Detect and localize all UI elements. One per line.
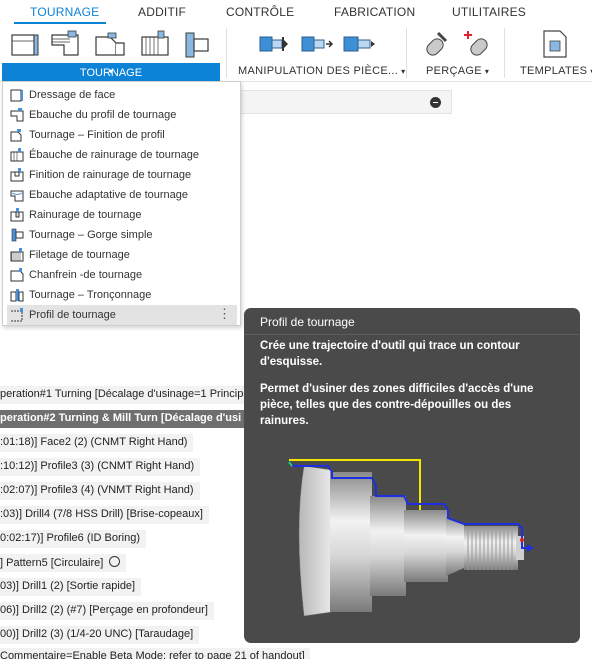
- tab-fabrication[interactable]: FABRICATION: [334, 5, 415, 19]
- face-icon: [10, 89, 23, 102]
- tree-row[interactable]: peration#1 Turning [Décalage d'usinage=1…: [0, 386, 252, 404]
- tree-row[interactable]: :01:18)] Face2 (2) (CNMT Right Hand): [0, 434, 194, 452]
- tooltip-panel: Profil de tournage Crée une trajectoire …: [244, 308, 580, 643]
- single-groove-icon[interactable]: [180, 27, 214, 61]
- face-turning-icon[interactable]: [8, 27, 42, 61]
- turning-profile-illustration: [288, 459, 534, 617]
- drill-icon[interactable]: [418, 27, 452, 61]
- template-icon[interactable]: [538, 27, 572, 61]
- groove-roughing-icon: [10, 148, 24, 162]
- drill-add-icon[interactable]: [462, 27, 496, 61]
- separator: [226, 28, 227, 78]
- tree-row[interactable]: 06)] Drill2 (2) (#7) [Perçage en profond…: [0, 602, 214, 620]
- more-options-icon[interactable]: ⋮: [218, 306, 231, 322]
- profile-roughing-icon: [10, 108, 24, 122]
- menu-item-chamfer[interactable]: Chanfrein -de tournage: [7, 265, 237, 285]
- tab-tournage[interactable]: TOURNAGE: [30, 5, 99, 19]
- menu-item-groove-finishing[interactable]: Finition de rainurage de tournage: [7, 165, 237, 185]
- menu-item-threading[interactable]: Filetage de tournage: [7, 245, 237, 265]
- separator: [504, 28, 505, 78]
- tournage-group-button[interactable]: TOURNAGE ▾: [2, 63, 220, 81]
- tournage-dropdown-menu: Dressage de face Ebauche du profil de to…: [2, 81, 241, 326]
- profile-finishing-icon[interactable]: [92, 27, 126, 61]
- threading-icon: [10, 248, 24, 262]
- tree-row[interactable]: 0:02:17)] Profile6 (ID Boring): [0, 530, 147, 548]
- menu-item-profile[interactable]: Profil de tournage ⋮: [7, 305, 237, 325]
- percage-group-label[interactable]: PERÇAGE ▾: [426, 65, 489, 77]
- menu-item-face[interactable]: Dressage de face: [7, 85, 237, 105]
- menu-item-groove-roughing[interactable]: Ébauche de rainurage de tournage: [7, 145, 237, 165]
- tab-additif[interactable]: ADDITIF: [138, 5, 186, 19]
- tree-row[interactable]: 03)] Drill1 (2) [Sortie rapide]: [0, 578, 142, 596]
- tree-row[interactable]: ] Pattern5 [Circulaire]: [0, 554, 127, 572]
- menu-item-adaptive-roughing[interactable]: Ebauche adaptative de tournage: [7, 185, 237, 205]
- menu-item-profile-roughing[interactable]: Ebauche du profil de tournage: [7, 105, 237, 125]
- tree-row-label: ] Pattern5 [Circulaire]: [0, 557, 104, 569]
- collapse-icon[interactable]: [430, 97, 441, 108]
- bar-pull-icon[interactable]: [342, 27, 376, 61]
- tab-utilitaires[interactable]: UTILITAIRES: [452, 5, 526, 19]
- app-window: TOURNAGE ADDITIF CONTRÔLE FABRICATION UT…: [0, 0, 592, 659]
- tree-row[interactable]: :03)] Drill4 (7/8 HSS Drill) [Brise-cope…: [0, 506, 209, 524]
- profile-finishing-icon: [10, 129, 22, 142]
- part-handling-icon[interactable]: [258, 27, 292, 61]
- tooltip-details: Permet d'usiner des zones difficiles d'a…: [260, 383, 534, 427]
- groove-finishing-icon: [10, 168, 24, 182]
- tree-row[interactable]: peration#2 Turning & Mill Turn [Décalage…: [0, 410, 244, 428]
- tab-controle[interactable]: CONTRÔLE: [226, 5, 294, 19]
- tree-row[interactable]: Commentaire=Enable Beta Mode: refer to p…: [0, 648, 310, 659]
- templates-group-label[interactable]: TEMPLATES▾: [520, 65, 592, 77]
- single-groove-icon: [11, 228, 24, 242]
- profile-roughing-icon[interactable]: [48, 27, 82, 61]
- ribbon-tabs: TOURNAGE ADDITIF CONTRÔLE FABRICATION UT…: [0, 0, 592, 24]
- tree-row[interactable]: :02:07)] Profile3 (4) (VNMT Right Hand): [0, 482, 200, 500]
- menu-item-part-off[interactable]: Tournage – Tronçonnage: [7, 285, 237, 305]
- part-transfer-icon[interactable]: [300, 27, 334, 61]
- menu-item-profile-finishing[interactable]: Tournage – Finition de profil: [7, 125, 237, 145]
- tooltip-divider: [244, 334, 580, 335]
- adaptive-roughing-icon: [10, 190, 24, 202]
- profile-icon: [11, 308, 23, 322]
- tooltip-title: Profil de tournage: [260, 315, 355, 329]
- tree-row[interactable]: :10:12)] Profile3 (3) (CNMT Right Hand): [0, 458, 201, 476]
- grooving-icon: [10, 208, 24, 222]
- menu-item-grooving[interactable]: Rainurage de tournage: [7, 205, 237, 225]
- chamfer-icon: [10, 268, 24, 282]
- separator: [406, 28, 407, 78]
- manipulation-group-label[interactable]: MANIPULATION DES PIÈCE... ▾: [238, 65, 405, 77]
- browser-search-bar[interactable]: [234, 90, 452, 114]
- tooltip-description: Crée une trajectoire d'outil qui trace u…: [260, 340, 520, 368]
- tree-row[interactable]: 00)] Drill2 (3) (1/4-20 UNC) [Taraudage]: [0, 626, 200, 644]
- part-off-icon: [10, 289, 24, 302]
- ribbon-toolbar: TOURNAGE ▾ MANIPULATION DES PIÈCE... ▾ P…: [0, 24, 592, 82]
- circle-icon: [109, 556, 121, 567]
- groove-turning-icon[interactable]: [138, 27, 172, 61]
- menu-item-single-groove[interactable]: Tournage – Gorge simple: [7, 225, 237, 245]
